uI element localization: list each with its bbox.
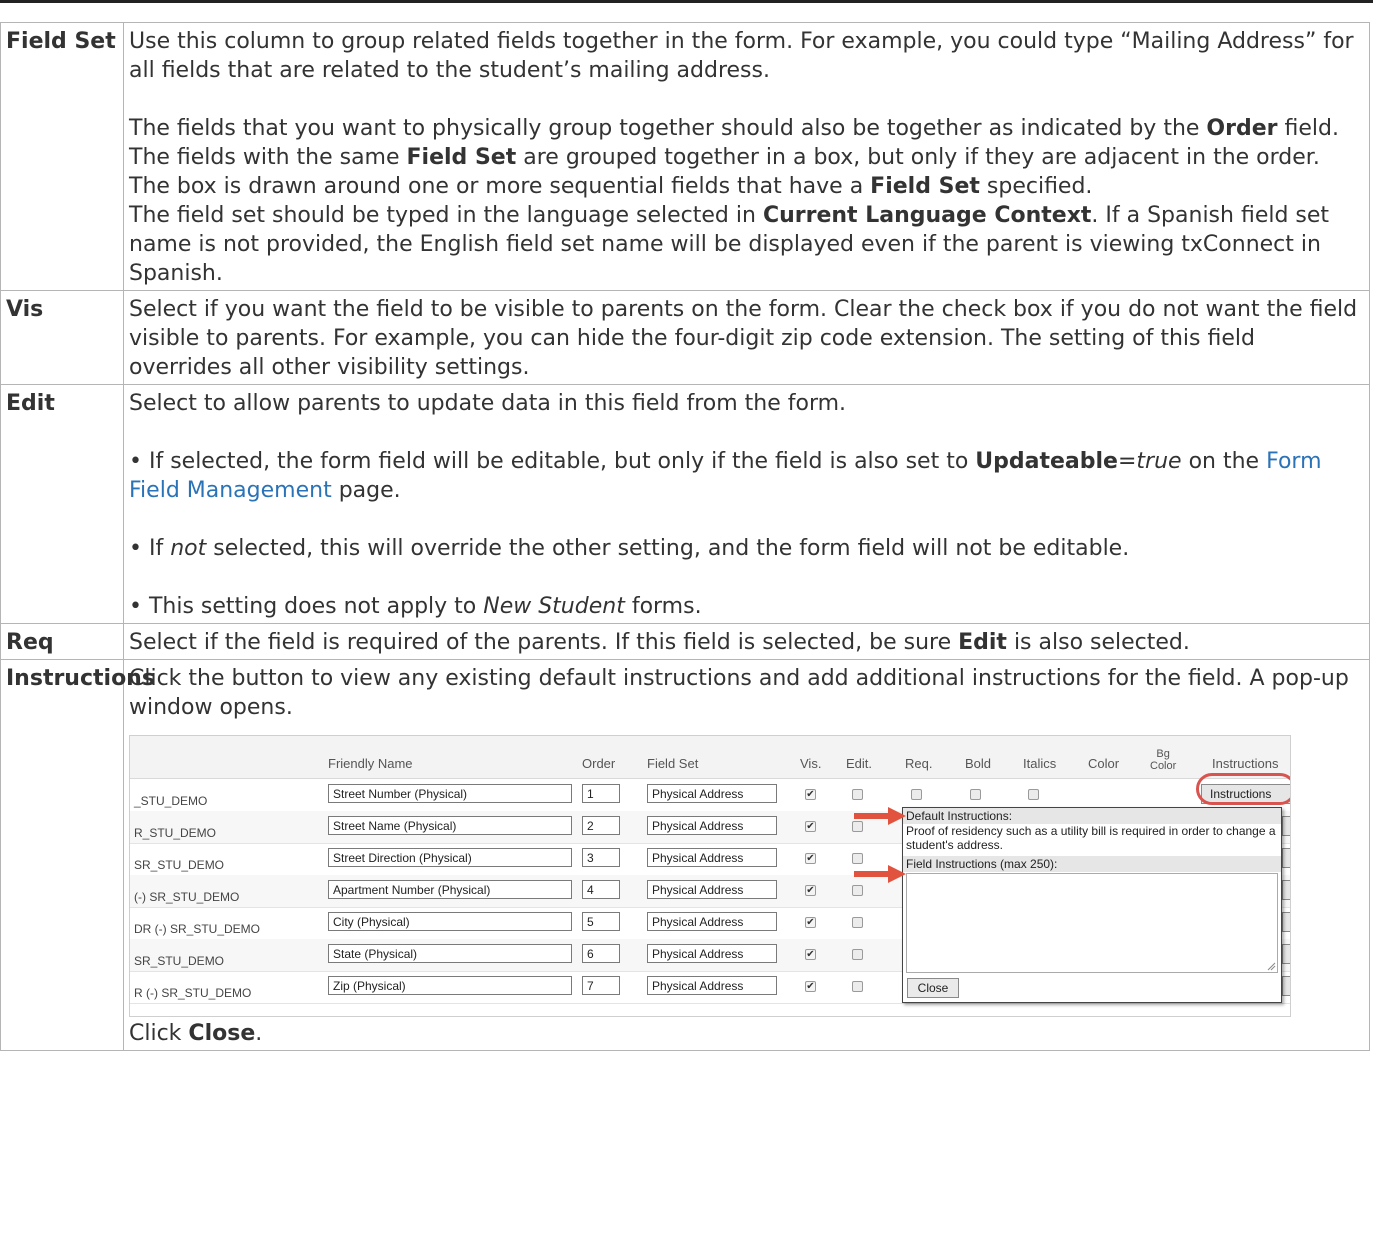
paragraph: Use this column to group related fields … — [129, 29, 1354, 83]
field-set-input[interactable]: Physical Address — [647, 848, 777, 867]
field-set-input[interactable]: Physical Address — [647, 816, 777, 835]
field-instructions-label: Field Instructions (max 250): — [903, 856, 1281, 872]
field-set-input[interactable]: Physical Address — [647, 880, 777, 899]
paragraph: Select to allow parents to update data i… — [129, 391, 847, 416]
order-input[interactable]: 1 — [582, 784, 620, 803]
paragraph: The field set should be typed in the lan… — [129, 203, 1330, 286]
table-row: Edit Select to allow parents to update d… — [0, 384, 1370, 624]
term-edit: Edit — [0, 384, 124, 624]
desc-edit: Select to allow parents to update data i… — [123, 384, 1370, 624]
bullet-item: • If not selected, this will override th… — [129, 536, 1130, 561]
friendly-name-input[interactable]: Apartment Number (Physical) — [328, 880, 572, 899]
instructions-button[interactable] — [1282, 912, 1290, 932]
top-rule — [0, 0, 1373, 3]
term-req: Req — [0, 623, 124, 660]
header-color: Color — [1088, 756, 1120, 771]
instructions-button[interactable] — [1282, 848, 1290, 868]
friendly-name-input[interactable]: City (Physical) — [328, 912, 572, 931]
friendly-name-input[interactable]: State (Physical) — [328, 944, 572, 963]
field-set-input[interactable]: Physical Address — [647, 912, 777, 931]
desc-instructions: Click the button to view any existing de… — [123, 659, 1370, 1051]
vis-checkbox[interactable]: ✔ — [805, 981, 816, 992]
red-arrow-icon — [854, 807, 906, 825]
resize-grip-icon[interactable] — [1266, 961, 1276, 971]
header-italics: Italics — [1023, 756, 1057, 771]
desc-vis: Select if you want the field to be visib… — [123, 290, 1370, 385]
field-code: R (-) SR_STU_DEMO — [134, 986, 252, 1000]
bullet-item: • This setting does not apply to New Stu… — [129, 594, 702, 619]
order-input[interactable]: 4 — [582, 880, 620, 899]
vis-checkbox[interactable]: ✔ — [805, 821, 816, 832]
table-row: Vis Select if you want the field to be v… — [0, 290, 1370, 385]
header-bg-color: Bg Color — [1150, 748, 1177, 772]
vis-checkbox[interactable]: ✔ — [805, 885, 816, 896]
header-order: Order — [582, 756, 616, 771]
edit-checkbox[interactable] — [852, 789, 863, 800]
vis-checkbox[interactable]: ✔ — [805, 949, 816, 960]
edit-checkbox[interactable] — [852, 949, 863, 960]
order-input[interactable]: 2 — [582, 816, 620, 835]
header-edit: Edit. — [846, 756, 873, 771]
popup-close-button[interactable]: Close — [907, 978, 959, 998]
bullet-item: • If selected, the form field will be ed… — [129, 449, 1322, 503]
edit-checkbox[interactable] — [852, 885, 863, 896]
friendly-name-input[interactable]: Street Direction (Physical) — [328, 848, 572, 867]
instructions-button[interactable] — [1282, 880, 1290, 900]
table-row: Req Select if the field is required of t… — [0, 623, 1370, 660]
red-arrow-icon — [854, 865, 906, 883]
order-input[interactable]: 7 — [582, 976, 620, 995]
instructions-button[interactable] — [1282, 944, 1290, 964]
instructions-button[interactable] — [1282, 976, 1290, 996]
header-req: Req. — [905, 756, 933, 771]
vis-checkbox[interactable]: ✔ — [805, 853, 816, 864]
desc-req: Select if the field is required of the p… — [123, 623, 1370, 660]
friendly-name-input[interactable]: Street Number (Physical) — [328, 784, 572, 803]
field-set-input[interactable]: Physical Address — [647, 976, 777, 995]
italics-checkbox[interactable] — [1028, 789, 1039, 800]
term-vis: Vis — [0, 290, 124, 385]
header-field-set: Field Set — [647, 756, 699, 771]
vis-checkbox[interactable]: ✔ — [805, 789, 816, 800]
friendly-name-input[interactable]: Street Name (Physical) — [328, 816, 572, 835]
default-instructions-text: Proof of residency such as a utility bil… — [906, 824, 1276, 852]
field-set-input[interactable]: Physical Address — [647, 784, 777, 803]
table-row: Field Set Use this column to group relat… — [0, 22, 1370, 291]
bold-checkbox[interactable] — [970, 789, 981, 800]
term-instructions: Instructions — [0, 659, 155, 1051]
vis-checkbox[interactable]: ✔ — [805, 917, 816, 928]
term-field-set: Field Set — [0, 22, 124, 291]
header-vis: Vis. — [800, 756, 822, 771]
order-input[interactable]: 5 — [582, 912, 620, 931]
req-checkbox[interactable] — [911, 789, 922, 800]
screenshot-header: Friendly Name Order Field Set Vis. Edit.… — [130, 736, 1290, 779]
header-bold: Bold — [965, 756, 992, 771]
edit-checkbox[interactable] — [852, 981, 863, 992]
table-row: Instructions Click the button to view an… — [0, 659, 1370, 1051]
order-input[interactable]: 6 — [582, 944, 620, 963]
field-instructions-textarea[interactable] — [906, 873, 1278, 973]
field-set-input[interactable]: Physical Address — [647, 944, 777, 963]
order-input[interactable]: 3 — [582, 848, 620, 867]
highlight-oval — [1196, 773, 1290, 805]
instructions-popup: Default Instructions: Proof of residency… — [902, 807, 1282, 1003]
paragraph: Click the button to view any existing de… — [129, 666, 1349, 720]
paragraph: The fields that you want to physically g… — [129, 116, 1339, 199]
default-instructions-label: Default Instructions: — [903, 808, 1281, 824]
paragraph: Click Close. — [129, 1021, 263, 1046]
instructions-button[interactable] — [1282, 816, 1290, 836]
paragraph: Select if you want the field to be visib… — [129, 297, 1358, 380]
paragraph: Select if the field is required of the p… — [129, 630, 1190, 655]
edit-checkbox[interactable] — [852, 917, 863, 928]
field-settings-table: Field Set Use this column to group relat… — [0, 22, 1370, 1051]
embedded-screenshot: Friendly Name Order Field Set Vis. Edit.… — [129, 735, 1291, 1017]
header-friendly-name: Friendly Name — [328, 756, 413, 771]
friendly-name-input[interactable]: Zip (Physical) — [328, 976, 572, 995]
desc-field-set: Use this column to group related fields … — [123, 22, 1370, 291]
